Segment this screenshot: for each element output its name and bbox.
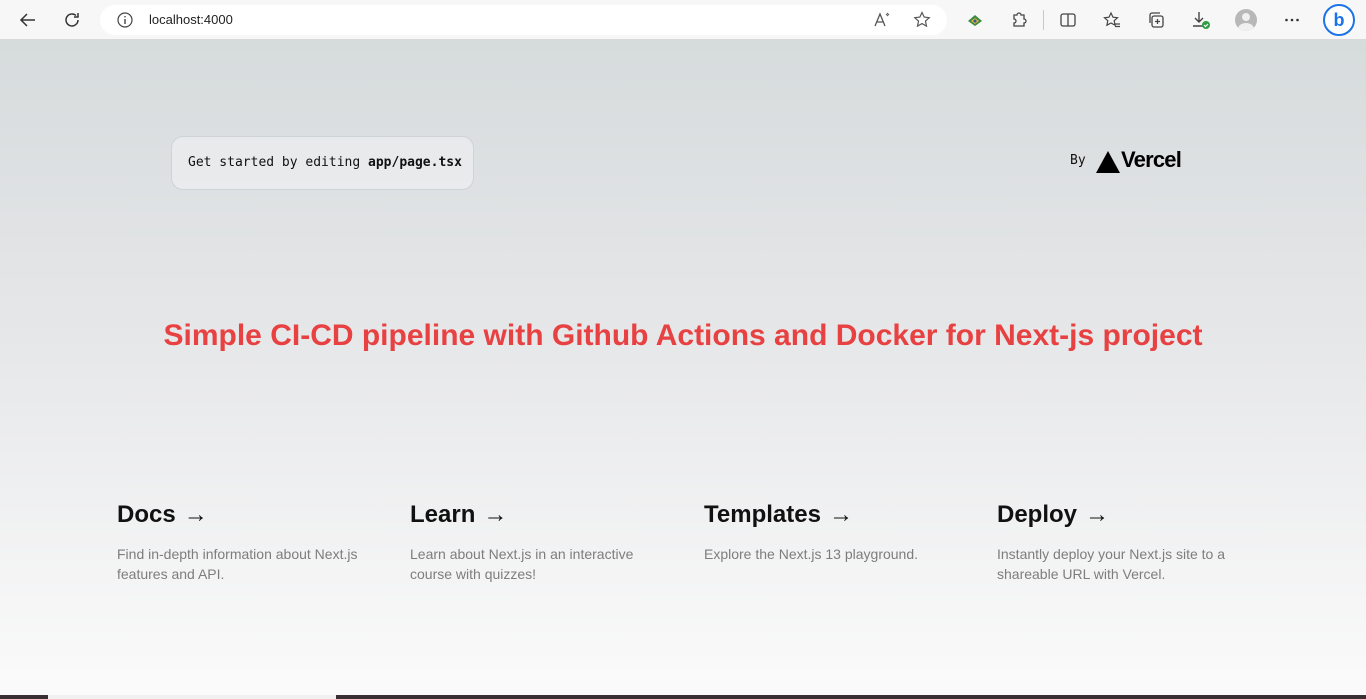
card-templates[interactable]: Templates → Explore the Next.js 13 playgr… bbox=[704, 499, 974, 564]
split-screen-icon[interactable] bbox=[1054, 6, 1082, 34]
page-content: Get started by editing app/page.tsx By V… bbox=[0, 40, 1366, 699]
toolbar-separator bbox=[1043, 10, 1044, 30]
downloads-icon[interactable] bbox=[1187, 6, 1215, 34]
taskbar-edge bbox=[0, 695, 1366, 699]
get-started-text: Get started by editing bbox=[188, 155, 369, 170]
vercel-brand[interactable]: Vercel bbox=[1121, 147, 1182, 173]
card-description: Explore the Next.js 13 playground. bbox=[704, 546, 919, 562]
page-title: Simple CI-CD pipeline with Github Action… bbox=[163, 319, 1203, 352]
favorite-star-icon[interactable] bbox=[911, 9, 933, 31]
card-learn[interactable]: Learn → Learn about Next.js in an interac… bbox=[410, 499, 680, 584]
url-text[interactable]: localhost:4000 bbox=[149, 12, 233, 27]
refresh-icon[interactable] bbox=[58, 6, 86, 34]
browser-toolbar: localhost:4000 b bbox=[0, 0, 1366, 40]
address-bar[interactable]: localhost:4000 bbox=[100, 5, 947, 35]
card-docs[interactable]: Docs → Find in-depth information about Ne… bbox=[117, 499, 387, 584]
card-description: Find in-depth information about Next.js … bbox=[117, 546, 358, 582]
card-deploy[interactable]: Deploy → Instantly deploy your Next.js si… bbox=[997, 499, 1267, 584]
card-title-text: Deploy bbox=[997, 501, 1078, 528]
taskbar-edge-segment bbox=[48, 695, 336, 699]
code-file-name: app/page.tsx bbox=[368, 155, 462, 170]
card-title-text: Docs bbox=[117, 501, 176, 528]
vercel-triangle-icon[interactable] bbox=[1095, 150, 1121, 174]
extensions-icon[interactable] bbox=[1005, 6, 1033, 34]
arrow-right-icon: → bbox=[183, 501, 208, 528]
read-aloud-icon[interactable] bbox=[871, 9, 893, 31]
get-started-box: Get started by editing app/page.tsx bbox=[171, 136, 474, 190]
arrow-right-icon: → bbox=[828, 501, 853, 528]
card-title: Deploy → bbox=[997, 499, 1267, 531]
extension-app-icon[interactable] bbox=[961, 6, 989, 34]
arrow-right-icon: → bbox=[483, 501, 508, 528]
info-icon[interactable] bbox=[116, 11, 134, 34]
back-icon[interactable] bbox=[14, 6, 42, 34]
bing-copilot-icon[interactable]: b bbox=[1323, 4, 1355, 36]
collections-icon[interactable] bbox=[1142, 6, 1170, 34]
card-title: Docs → bbox=[117, 499, 387, 531]
more-icon[interactable] bbox=[1278, 6, 1306, 34]
profile-avatar[interactable] bbox=[1235, 9, 1257, 31]
card-title-text: Learn bbox=[410, 501, 476, 528]
card-description: Learn about Next.js in an interactive co… bbox=[410, 546, 634, 582]
card-title-text: Templates bbox=[704, 501, 821, 528]
by-label: By bbox=[1070, 153, 1086, 168]
card-description: Instantly deploy your Next.js site to a … bbox=[997, 546, 1225, 582]
card-title: Templates → bbox=[704, 499, 974, 531]
arrow-right-icon: → bbox=[1085, 501, 1110, 528]
card-title: Learn → bbox=[410, 499, 680, 531]
favorites-icon[interactable] bbox=[1098, 6, 1126, 34]
